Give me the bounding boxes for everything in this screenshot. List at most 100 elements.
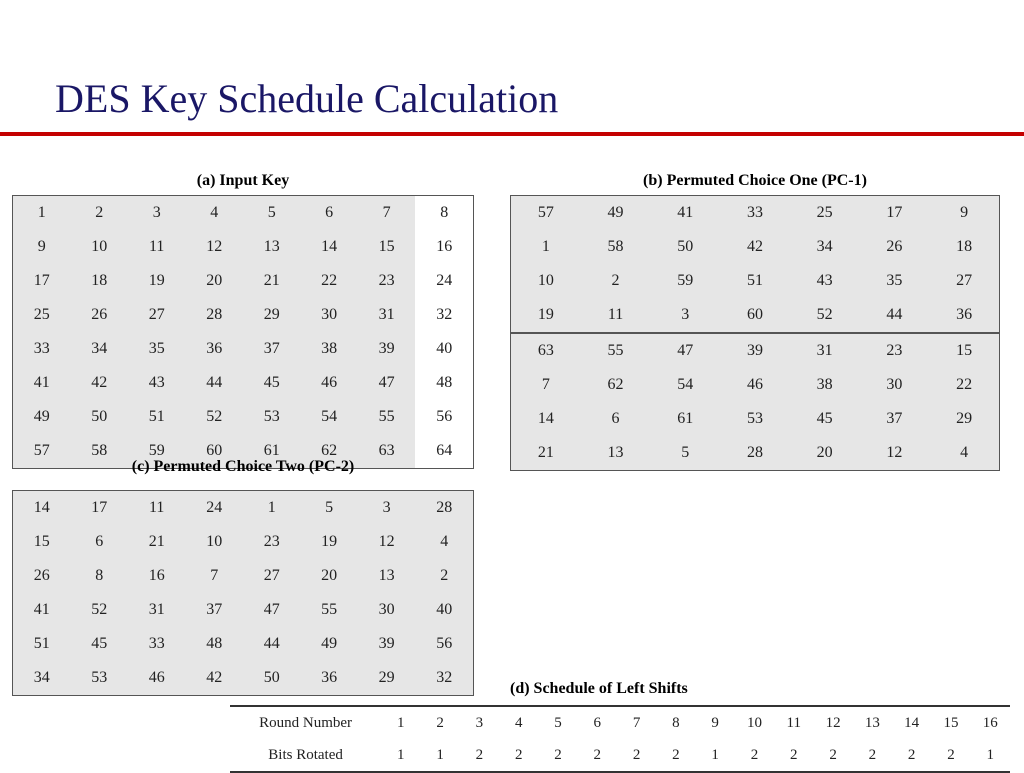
cell: 12	[813, 706, 852, 739]
cell: 8	[71, 559, 128, 593]
cell: 5	[650, 436, 720, 471]
cell: 30	[358, 593, 415, 627]
cell: 34	[71, 332, 128, 366]
cell: 11	[581, 298, 651, 333]
cell: 7	[358, 196, 415, 231]
cell: 38	[300, 332, 357, 366]
cell: 23	[358, 264, 415, 298]
title-rule	[0, 132, 1024, 136]
cell: 14	[892, 706, 931, 739]
cell: 33	[720, 196, 790, 231]
cell: 28	[185, 298, 242, 332]
cell: 1	[13, 196, 71, 231]
table-shifts: Round Number12345678910111213141516Bits …	[230, 705, 1010, 773]
cell: 22	[300, 264, 357, 298]
cell: 2	[735, 739, 774, 772]
cell: 48	[415, 366, 473, 400]
cell: 50	[71, 400, 128, 434]
cell: 31	[128, 593, 185, 627]
cell: 47	[650, 333, 720, 368]
cell: 17	[71, 491, 128, 526]
cell: 9	[696, 706, 735, 739]
page-title: DES Key Schedule Calculation	[0, 0, 1024, 122]
cell: 39	[358, 627, 415, 661]
cell: 46	[300, 366, 357, 400]
cell: 23	[860, 333, 930, 368]
cell: 15	[931, 706, 970, 739]
cell: 2	[499, 739, 538, 772]
cell: 24	[415, 264, 473, 298]
cell: 28	[415, 491, 473, 526]
row-label: Bits Rotated	[230, 739, 381, 772]
cell: 47	[243, 593, 300, 627]
cell: 2	[813, 739, 852, 772]
cell: 1	[420, 739, 459, 772]
cell: 21	[128, 525, 185, 559]
cell: 2	[656, 739, 695, 772]
table-pc1: 5749413325179158504234261810259514335271…	[510, 195, 1000, 471]
cell: 37	[243, 332, 300, 366]
cell: 30	[860, 368, 930, 402]
cell: 41	[13, 593, 71, 627]
cell: 52	[71, 593, 128, 627]
cell: 17	[860, 196, 930, 231]
cell: 16	[415, 230, 473, 264]
cell: 49	[581, 196, 651, 231]
caption-shifts: (d) Schedule of Left Shifts	[510, 680, 810, 698]
caption-pc2: (c) Permuted Choice Two (PC-2)	[12, 458, 474, 476]
cell: 39	[720, 333, 790, 368]
cell: 14	[13, 491, 71, 526]
cell: 2	[581, 264, 651, 298]
cell: 53	[71, 661, 128, 696]
cell: 12	[185, 230, 242, 264]
cell: 27	[929, 264, 999, 298]
cell: 2	[415, 559, 473, 593]
cell: 1	[511, 230, 581, 264]
cell: 16	[971, 706, 1010, 739]
cell: 7	[511, 368, 581, 402]
cell: 18	[71, 264, 128, 298]
cell: 1	[381, 739, 420, 772]
cell: 26	[860, 230, 930, 264]
cell: 7	[617, 706, 656, 739]
table-pc2: 1417112415328156211023191242681672720132…	[12, 490, 474, 696]
cell: 14	[511, 402, 581, 436]
cell: 46	[720, 368, 790, 402]
cell: 47	[358, 366, 415, 400]
cell: 34	[13, 661, 71, 696]
cell: 1	[381, 706, 420, 739]
cell: 14	[300, 230, 357, 264]
cell: 45	[243, 366, 300, 400]
cell: 19	[300, 525, 357, 559]
cell: 25	[13, 298, 71, 332]
cell: 1	[971, 739, 1010, 772]
cell: 59	[650, 264, 720, 298]
cell: 55	[358, 400, 415, 434]
cell: 55	[300, 593, 357, 627]
cell: 29	[358, 661, 415, 696]
cell: 21	[243, 264, 300, 298]
cell: 51	[720, 264, 790, 298]
cell: 36	[300, 661, 357, 696]
cell: 35	[128, 332, 185, 366]
cell: 41	[13, 366, 71, 400]
cell: 8	[656, 706, 695, 739]
cell: 61	[650, 402, 720, 436]
cell: 6	[300, 196, 357, 231]
cell: 7	[185, 559, 242, 593]
cell: 36	[185, 332, 242, 366]
cell: 2	[420, 706, 459, 739]
cell: 36	[929, 298, 999, 333]
cell: 1	[696, 739, 735, 772]
cell: 19	[511, 298, 581, 333]
caption-pc1: (b) Permuted Choice One (PC-1)	[510, 172, 1000, 190]
cell: 22	[929, 368, 999, 402]
cell: 33	[13, 332, 71, 366]
cell: 17	[13, 264, 71, 298]
cell: 58	[581, 230, 651, 264]
cell: 42	[720, 230, 790, 264]
cell: 21	[511, 436, 581, 471]
table-input-key: 1234567891011121314151617181920212223242…	[12, 195, 474, 469]
cell: 55	[581, 333, 651, 368]
cell: 34	[790, 230, 860, 264]
